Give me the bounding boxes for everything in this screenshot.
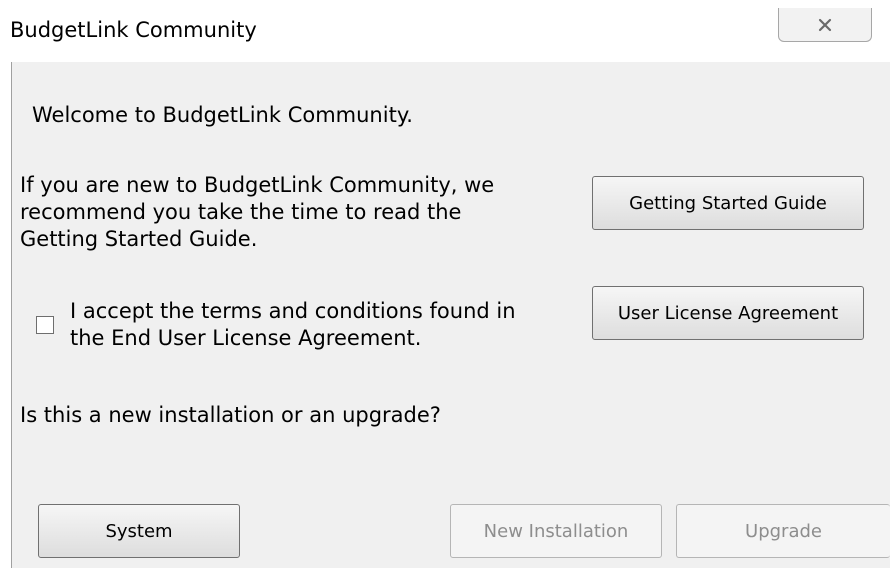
terms-text-line: I accept the terms and conditions found … xyxy=(70,299,516,323)
installation-question: Is this a new installation or an upgrade… xyxy=(20,403,441,427)
title-bar: BudgetLink Community xyxy=(0,0,890,62)
terms-text-line: the End User License Agreement. xyxy=(70,326,422,350)
new-installation-button[interactable]: New Installation xyxy=(450,504,662,558)
close-button[interactable] xyxy=(778,8,872,42)
window-title: BudgetLink Community xyxy=(10,18,257,42)
upgrade-button[interactable]: Upgrade xyxy=(676,504,890,558)
user-license-agreement-button[interactable]: User License Agreement xyxy=(592,286,864,340)
welcome-text: Welcome to BudgetLink Community. xyxy=(32,103,413,127)
getting-started-guide-button[interactable]: Getting Started Guide xyxy=(592,176,864,230)
guide-text-line: If you are new to BudgetLink Community, … xyxy=(20,173,495,197)
guide-text-line: recommend you take the time to read the xyxy=(20,200,462,224)
dialog-window: BudgetLink Community Welcome to BudgetLi… xyxy=(0,0,890,568)
system-button[interactable]: System xyxy=(38,504,240,558)
guide-recommendation-text: If you are new to BudgetLink Community, … xyxy=(20,172,580,253)
accept-terms-label[interactable]: I accept the terms and conditions found … xyxy=(70,298,570,352)
accept-terms-checkbox[interactable] xyxy=(36,316,54,334)
guide-text-line: Getting Started Guide. xyxy=(20,227,258,251)
close-icon xyxy=(817,17,833,33)
dialog-content: Welcome to BudgetLink Community. If you … xyxy=(12,62,890,568)
